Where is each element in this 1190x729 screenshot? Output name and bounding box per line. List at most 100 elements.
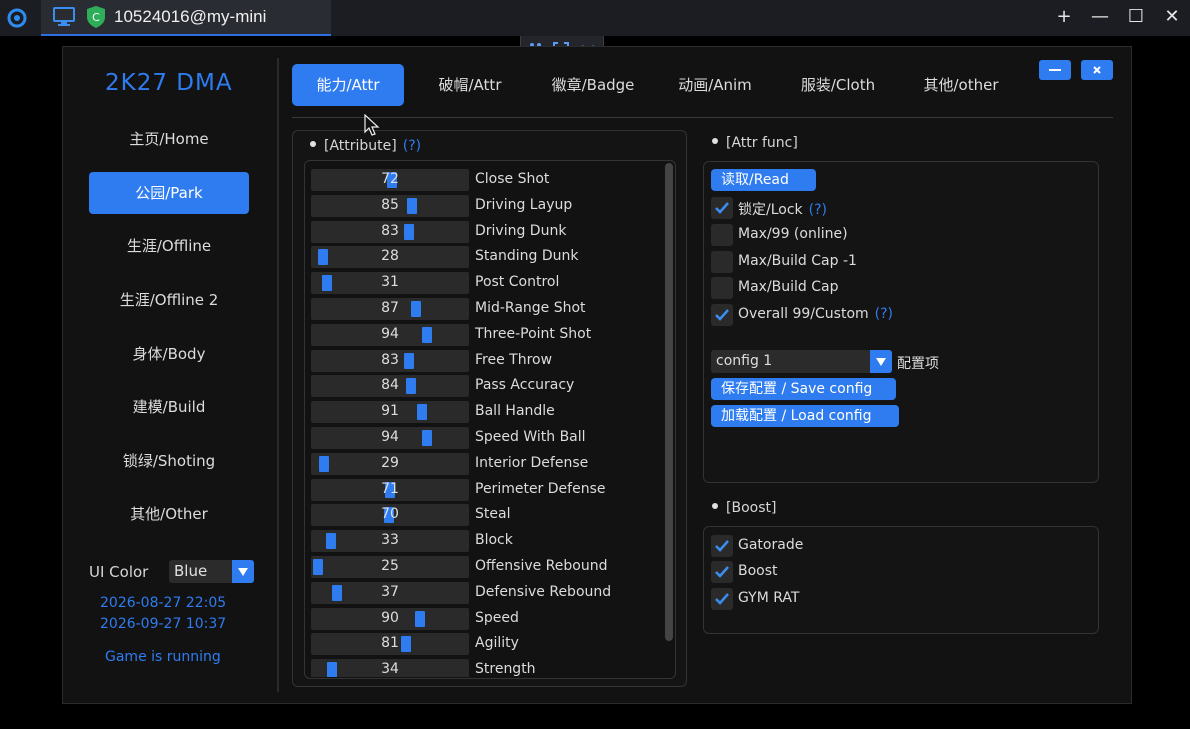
attribute-slider[interactable]: 94 <box>311 323 469 346</box>
shield-icon: C <box>87 6 105 28</box>
session-tab[interactable]: C 10524016@my-mini <box>41 0 331 36</box>
attribute-slider[interactable]: 94 <box>311 427 469 449</box>
tab-badge[interactable]: 徽章/Badge <box>538 64 648 106</box>
svg-text:C: C <box>92 11 100 24</box>
attribute-row[interactable]: 94 Speed With Ball <box>311 427 660 449</box>
check-icon <box>715 593 729 605</box>
attribute-slider[interactable]: 83 <box>311 349 469 372</box>
attribute-value: 72 <box>381 171 399 187</box>
attribute-row[interactable]: 83 Driving Dunk <box>311 220 660 243</box>
attribute-slider[interactable]: 71 <box>311 478 469 501</box>
attribute-slider[interactable]: 84 <box>311 375 469 398</box>
attribute-slider[interactable]: 87 <box>311 298 469 320</box>
attribute-name: Driving Layup <box>475 196 573 213</box>
overall-99-checkbox[interactable] <box>711 304 733 326</box>
attribute-row[interactable]: 72 Close Shot <box>311 169 660 191</box>
tab-cloth[interactable]: 服装/Cloth <box>785 64 891 106</box>
help-icon[interactable]: (?) <box>809 202 827 218</box>
attribute-slider[interactable]: 37 <box>311 581 469 604</box>
attribute-row[interactable]: 37 Defensive Rebound <box>311 581 660 604</box>
attribute-value: 84 <box>381 377 399 394</box>
attribute-row[interactable]: 70 Steal <box>311 504 660 527</box>
attribute-row[interactable]: 94 Three-Point Shot <box>311 323 660 346</box>
attribute-slider[interactable]: 28 <box>311 246 469 269</box>
attribute-row[interactable]: 28 Standing Dunk <box>311 246 660 269</box>
help-icon[interactable]: (?) <box>875 306 893 322</box>
boost-checkbox[interactable] <box>711 561 733 583</box>
attribute-row[interactable]: 90 Speed <box>311 607 660 630</box>
attribute-value: 90 <box>381 609 399 626</box>
max-build-cap-minus-1-checkbox[interactable] <box>711 251 733 273</box>
attribute-row[interactable]: 31 Post Control <box>311 272 660 295</box>
max-build-cap-checkbox[interactable] <box>711 277 733 299</box>
nav-body[interactable]: 身体/Body <box>89 333 249 375</box>
attribute-row[interactable]: 87 Mid-Range Shot <box>311 298 660 320</box>
attribute-slider[interactable]: 90 <box>311 607 469 630</box>
attribute-name: Strength <box>475 661 536 677</box>
tab-other[interactable]: 其他/other <box>906 64 1016 106</box>
gym-rat-checkbox[interactable] <box>711 588 733 610</box>
attribute-slider[interactable]: 83 <box>311 220 469 243</box>
tab-attr-2[interactable]: 破帽/Attr <box>420 64 520 106</box>
monitor-icon <box>53 7 75 26</box>
attribute-row[interactable]: 29 Interior Defense <box>311 452 660 475</box>
attribute-slider[interactable]: 33 <box>311 530 469 553</box>
nav-offline[interactable]: 生涯/Offline <box>89 225 249 267</box>
attribute-slider[interactable]: 25 <box>311 556 469 578</box>
config-value: config 1 <box>716 353 773 369</box>
attribute-slider[interactable]: 29 <box>311 452 469 475</box>
nav-build[interactable]: 建模/Build <box>89 386 249 428</box>
attribute-slider[interactable]: 81 <box>311 633 469 656</box>
nav-shoting[interactable]: 锁绿/Shoting <box>89 440 249 482</box>
minimize-button[interactable]: — <box>1089 6 1111 28</box>
attribute-row[interactable]: 84 Pass Accuracy <box>311 375 660 398</box>
attribute-slider[interactable]: 91 <box>311 401 469 424</box>
overall-99-label-text: Overall 99/Custom <box>738 306 869 322</box>
maximize-button[interactable]: ☐ <box>1125 6 1147 28</box>
dropdown-arrow-icon[interactable] <box>232 560 254 583</box>
lock-checkbox[interactable] <box>711 197 733 219</box>
nav-home[interactable]: 主页/Home <box>89 118 249 160</box>
attr-func-title-text: [Attr func] <box>726 135 798 151</box>
attribute-slider[interactable]: 85 <box>311 194 469 217</box>
new-tab-button[interactable]: + <box>1053 6 1075 28</box>
nav-offline-2[interactable]: 生涯/Offline 2 <box>89 279 249 321</box>
save-config-button[interactable]: 保存配置 / Save config <box>711 378 896 400</box>
attribute-row[interactable]: 85 Driving Layup <box>311 194 660 217</box>
max-99-online-checkbox[interactable] <box>711 224 733 246</box>
attribute-value: 29 <box>381 454 399 471</box>
attribute-name: Perimeter Defense <box>475 480 606 497</box>
tab-anim[interactable]: 动画/Anim <box>664 64 766 106</box>
nav-park[interactable]: 公园/Park <box>89 172 249 214</box>
gatorade-checkbox[interactable] <box>711 535 733 557</box>
bullet-icon <box>712 503 718 509</box>
attribute-slider[interactable]: 70 <box>311 504 469 527</box>
app-close-button[interactable] <box>1081 60 1113 80</box>
config-select[interactable]: config 1 <box>711 350 892 373</box>
attribute-row[interactable]: 71 Perimeter Defense <box>311 478 660 501</box>
dropdown-arrow-icon[interactable] <box>870 350 892 373</box>
mouse-cursor-icon <box>364 114 380 136</box>
load-config-button[interactable]: 加载配置 / Load config <box>711 405 899 427</box>
app-minimize-button[interactable] <box>1039 60 1071 80</box>
attribute-row[interactable]: 83 Free Throw <box>311 349 660 372</box>
attribute-row[interactable]: 34 Strength <box>311 659 660 677</box>
max-build-cap-label: Max/Build Cap <box>738 279 839 295</box>
close-button[interactable]: ✕ <box>1161 6 1183 28</box>
attribute-row[interactable]: 25 Offensive Rebound <box>311 556 660 578</box>
attribute-slider[interactable]: 31 <box>311 272 469 295</box>
tab-attr[interactable]: 能力/Attr <box>292 64 404 106</box>
nav-other[interactable]: 其他/Other <box>89 493 249 535</box>
attribute-slider[interactable]: 34 <box>311 659 469 677</box>
attribute-name: Block <box>475 532 513 549</box>
attribute-scrollbar[interactable] <box>665 163 673 641</box>
attribute-row[interactable]: 91 Ball Handle <box>311 401 660 424</box>
attribute-row[interactable]: 33 Block <box>311 530 660 553</box>
attribute-slider[interactable]: 72 <box>311 169 469 191</box>
help-icon[interactable]: (?) <box>403 138 421 154</box>
attribute-value: 83 <box>381 351 399 368</box>
lock-label: 锁定/Lock (?) <box>738 199 827 219</box>
ui-color-select[interactable]: Blue <box>169 560 254 583</box>
read-button[interactable]: 读取/Read <box>711 169 816 191</box>
attribute-row[interactable]: 81 Agility <box>311 633 660 656</box>
